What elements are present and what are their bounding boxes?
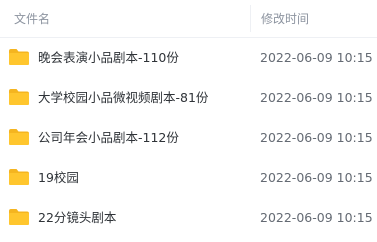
file-name[interactable]: 22分镜头剧本	[38, 210, 116, 226]
file-row[interactable]: 晚会表演小品剧本-110份 2022-06-09 10:15	[0, 38, 377, 78]
column-header-name[interactable]: 文件名	[14, 12, 50, 26]
modified-time: 2022-06-09 10:15	[260, 90, 373, 105]
file-row[interactable]: 大学校园小品微视频剧本-81份 2022-06-09 10:15	[0, 78, 377, 118]
file-name[interactable]: 公司年会小品剧本-112份	[38, 130, 179, 146]
file-row[interactable]: 19校园 2022-06-09 10:15	[0, 158, 377, 198]
modified-time: 2022-06-09 10:15	[260, 210, 373, 225]
file-row[interactable]: 22分镜头剧本 2022-06-09 10:15	[0, 198, 377, 238]
file-list-header: 文件名 修改时间	[0, 0, 377, 38]
file-name[interactable]: 大学校园小品微视频剧本-81份	[38, 90, 208, 106]
folder-icon	[9, 129, 29, 145]
folder-icon	[9, 89, 29, 105]
modified-time: 2022-06-09 10:15	[260, 130, 373, 145]
file-name[interactable]: 晚会表演小品剧本-110份	[38, 50, 179, 66]
file-rows: 晚会表演小品剧本-110份 2022-06-09 10:15 大学校园小品微视频…	[0, 38, 377, 238]
file-row[interactable]: 公司年会小品剧本-112份 2022-06-09 10:15	[0, 118, 377, 158]
folder-icon	[9, 169, 29, 185]
column-divider[interactable]	[250, 5, 251, 32]
folder-icon	[9, 209, 29, 225]
modified-time: 2022-06-09 10:15	[260, 50, 373, 65]
folder-icon	[9, 49, 29, 65]
file-name[interactable]: 19校园	[38, 170, 79, 186]
file-list: 文件名 修改时间 晚会表演小品剧本-110份 2022-06-09 10:15 …	[0, 0, 377, 242]
column-header-modified-time[interactable]: 修改时间	[261, 12, 309, 26]
modified-time: 2022-06-09 10:15	[260, 170, 373, 185]
